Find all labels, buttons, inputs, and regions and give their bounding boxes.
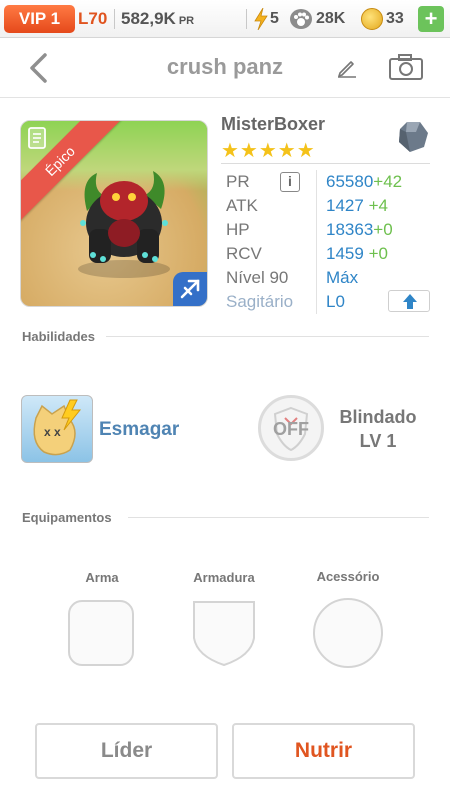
feed-button[interactable]: Nutrir bbox=[232, 723, 415, 779]
pet-portrait[interactable]: Épico bbox=[20, 120, 208, 307]
player-level: L70 bbox=[78, 9, 108, 28]
weapon-slot[interactable] bbox=[68, 600, 134, 666]
stat-label: PR bbox=[226, 172, 250, 191]
stat-row-pr: PR i 65580+42 bbox=[226, 171, 432, 193]
power-unit: PR bbox=[178, 15, 195, 27]
sagittarius-badge bbox=[173, 272, 207, 306]
stat-row-hp: HP 18363+0 bbox=[226, 219, 432, 241]
skill-smash-icon[interactable]: x x bbox=[21, 395, 93, 463]
stat-value: L0 bbox=[326, 292, 345, 311]
divider bbox=[128, 517, 429, 518]
stat-row-level: Nível 90 Máx bbox=[226, 267, 432, 289]
armor-label: Armadura bbox=[193, 570, 255, 585]
status-bar: VIP 1 L70 582,9K PR 5 28K 33 + bbox=[0, 0, 450, 38]
element-gem-icon bbox=[399, 122, 428, 152]
stat-value: 65580+42 bbox=[326, 172, 403, 191]
stat-label[interactable]: Sagitário bbox=[226, 291, 293, 313]
creature-image bbox=[78, 171, 170, 278]
vip-badge[interactable]: VIP 1 bbox=[4, 5, 75, 33]
weapon-label: Arma bbox=[85, 570, 119, 585]
power-value: 582,9K PR bbox=[121, 9, 195, 28]
stat-value: 18363+0 bbox=[326, 220, 393, 239]
arrow-up-icon bbox=[403, 294, 417, 309]
coin-value: 33 bbox=[386, 10, 404, 27]
add-coins-button[interactable]: + bbox=[418, 6, 444, 32]
sagittarius-icon bbox=[180, 279, 200, 299]
star-rating: ★★★★★ bbox=[221, 140, 316, 162]
stat-value: Máx bbox=[326, 268, 359, 287]
upgrade-sign-button[interactable] bbox=[388, 290, 430, 312]
passive-skill-icon[interactable]: OFF bbox=[258, 395, 324, 461]
coin-icon bbox=[361, 8, 383, 30]
divider bbox=[221, 163, 430, 164]
stat-row-atk: ATK 1427 +4 bbox=[226, 195, 432, 217]
paw-value: 28K bbox=[316, 10, 346, 27]
stat-label: HP bbox=[226, 220, 250, 239]
leader-button[interactable]: Líder bbox=[35, 723, 218, 779]
document-icon[interactable] bbox=[27, 127, 47, 149]
armor-slot[interactable] bbox=[191, 598, 257, 668]
active-skill-name[interactable]: Esmagar bbox=[99, 419, 179, 441]
stat-row-rcv: RCV 1459 +0 bbox=[226, 243, 432, 265]
passive-skill-name: Blindado bbox=[339, 407, 417, 427]
stat-label: RCV bbox=[226, 244, 262, 263]
page-title: crush panz bbox=[166, 54, 284, 79]
passive-skill-level: LV 1 bbox=[359, 431, 397, 451]
stat-value: 1459 +0 bbox=[326, 244, 388, 263]
accessory-slot[interactable] bbox=[313, 598, 383, 668]
divider bbox=[246, 9, 247, 29]
accessory-label: Acessório bbox=[316, 569, 380, 584]
divider bbox=[114, 9, 115, 29]
skills-section-title: Habilidades bbox=[22, 329, 95, 344]
camera-icon[interactable] bbox=[388, 53, 424, 81]
stat-label: Nível 90 bbox=[226, 268, 289, 287]
paw-icon bbox=[290, 9, 312, 29]
energy-value: 5 bbox=[270, 10, 279, 27]
equipment-section-title: Equipamentos bbox=[22, 510, 112, 525]
info-button[interactable]: i bbox=[280, 172, 300, 192]
divider bbox=[106, 336, 429, 337]
lightning-icon bbox=[254, 8, 268, 30]
pet-name: MisterBoxer bbox=[221, 114, 326, 134]
nav-header: crush panz bbox=[0, 38, 450, 98]
svg-text:x x: x x bbox=[44, 425, 61, 439]
stat-label: ATK bbox=[226, 196, 258, 215]
passive-off-label: OFF bbox=[273, 419, 309, 439]
stat-value: 1427 +4 bbox=[326, 196, 388, 215]
pencil-icon[interactable] bbox=[336, 56, 358, 78]
